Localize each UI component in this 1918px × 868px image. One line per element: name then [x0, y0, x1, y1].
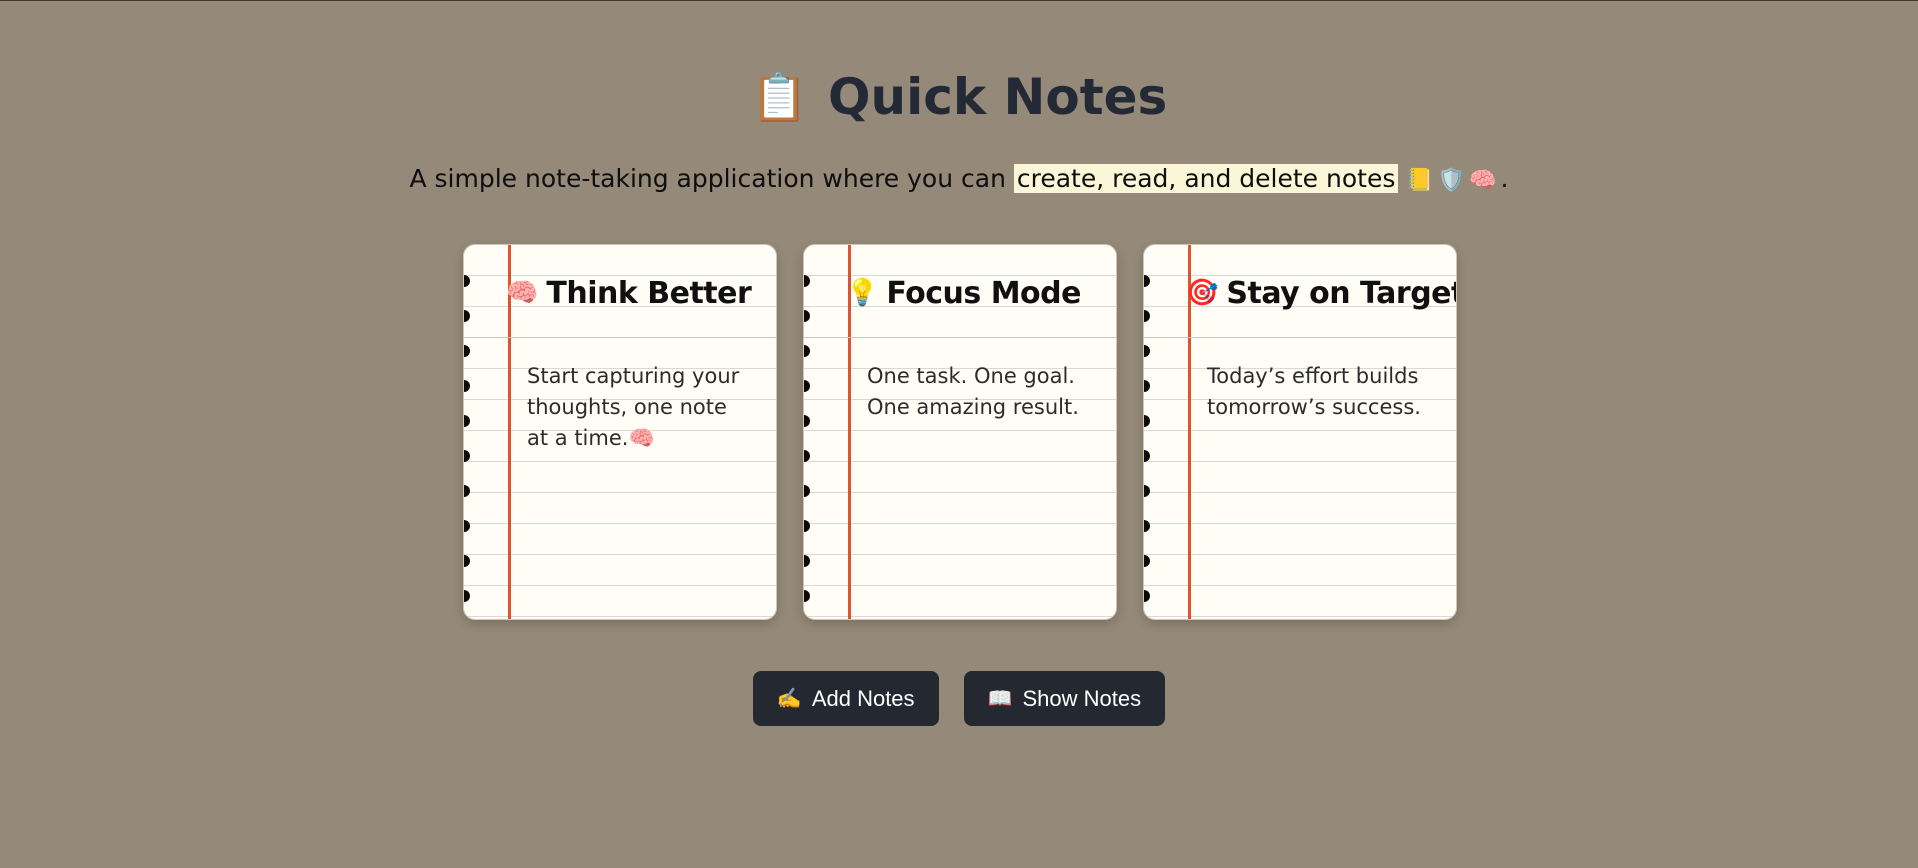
- note-card-title: Think Better: [546, 275, 752, 311]
- note-card-body: One task. One goal. One amazing result.: [867, 364, 1079, 419]
- subtitle-highlight: create, read, and delete notes: [1013, 164, 1399, 193]
- divider: [1144, 337, 1456, 338]
- divider: [464, 337, 776, 338]
- notebook-shield-brain-icons: 📒🛡️🧠: [1406, 168, 1501, 193]
- show-notes-button[interactable]: 📖 Show Notes: [963, 671, 1166, 726]
- binder-holes: [804, 275, 810, 619]
- note-card-title: Stay on Target: [1226, 275, 1457, 311]
- binder-holes: [464, 275, 470, 619]
- open-book-icon: 📖: [987, 688, 1013, 710]
- add-notes-label: Add Notes: [811, 685, 915, 711]
- note-card: 🎯 Stay on Target Today’s effort builds t…: [1143, 244, 1457, 620]
- clipboard-icon: 📋: [750, 70, 808, 124]
- brain-icon: 🧠: [506, 278, 539, 308]
- note-cards: 🧠 Think Better Start capturing your thou…: [463, 244, 1457, 620]
- note-card-body: Start capturing your thoughts, one note …: [527, 364, 740, 450]
- page-title: 📋 Quick Notes: [751, 59, 1168, 135]
- target-icon: 🎯: [1186, 278, 1219, 308]
- divider: [804, 337, 1116, 338]
- note-card-body: Today’s effort builds tomorrow’s success…: [1207, 364, 1421, 419]
- action-buttons: ✍️ Add Notes 📖 Show Notes: [0, 671, 1918, 726]
- note-card: 💡 Focus Mode One task. One goal. One ama…: [803, 244, 1117, 620]
- header: 📋 Quick Notes: [0, 59, 1918, 135]
- lightbulb-icon: 💡: [846, 278, 879, 308]
- subtitle-suffix: .: [1500, 164, 1509, 193]
- writing-hand-icon: ✍️: [776, 688, 802, 710]
- page-title-text: Quick Notes: [827, 68, 1168, 126]
- note-card-header: 🎯 Stay on Target: [1186, 271, 1456, 315]
- show-notes-label: Show Notes: [1022, 685, 1142, 711]
- subtitle-prefix: A simple note-taking application where y…: [409, 164, 1014, 193]
- note-card-header: 💡 Focus Mode: [846, 271, 1110, 315]
- add-notes-button[interactable]: ✍️ Add Notes: [752, 671, 939, 726]
- note-card-header: 🧠 Think Better: [506, 271, 770, 315]
- page-subtitle: A simple note-taking application where y…: [0, 161, 1918, 199]
- note-card: 🧠 Think Better Start capturing your thou…: [463, 244, 777, 620]
- note-card-title: Focus Mode: [886, 275, 1081, 311]
- binder-holes: [1144, 275, 1150, 619]
